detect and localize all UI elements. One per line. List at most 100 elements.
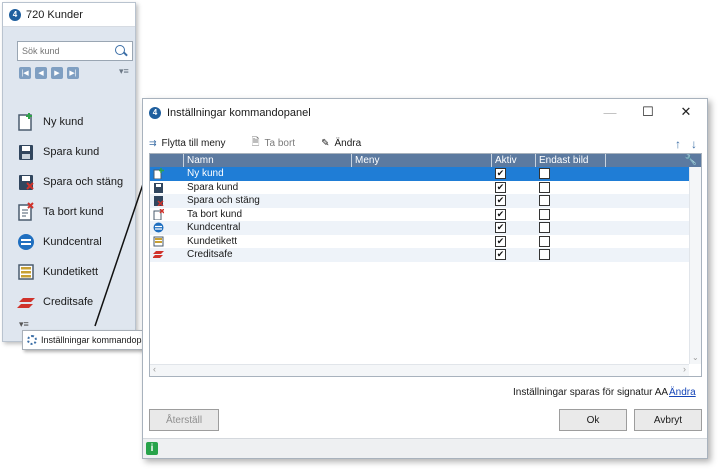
search-input[interactable]	[18, 43, 114, 59]
new-customer-icon	[17, 112, 35, 132]
col-name[interactable]: Namn	[184, 154, 352, 167]
cmd-label: Kundcentral	[43, 236, 102, 248]
col-image-only[interactable]: Endast bild	[536, 154, 606, 167]
vertical-scrollbar[interactable]: ⌄	[689, 167, 701, 364]
image-only-checkbox[interactable]	[539, 168, 550, 180]
active-checkbox[interactable]: ✔	[495, 208, 506, 220]
row-name: Kundetikett	[187, 235, 238, 247]
settings-dialog: 4 Inställningar kommandopanel — ☐ ✕ ⇉ Fl…	[142, 98, 708, 459]
edit-label: Ändra	[334, 138, 362, 149]
image-only-checkbox[interactable]	[539, 249, 550, 261]
horizontal-scrollbar[interactable]: ‹ ›	[150, 364, 689, 376]
command-list: Ny kund Spara kund Spara och stäng Ta bo…	[17, 107, 135, 317]
cmd-creditsafe[interactable]: Creditsafe	[17, 287, 135, 317]
image-only-checkbox[interactable]	[539, 222, 550, 234]
col-active[interactable]: Aktiv	[492, 154, 536, 167]
table-row[interactable]: Spara och stäng ✔	[150, 194, 701, 208]
table-row[interactable]: Ta bort kund ✔	[150, 208, 701, 222]
table-row[interactable]: Creditsafe ✔	[150, 248, 701, 262]
active-checkbox[interactable]: ✔	[495, 249, 506, 261]
next-icon[interactable]: ▶	[51, 67, 63, 79]
save-close-icon	[17, 172, 35, 192]
cmd-save-close[interactable]: Spara och stäng	[17, 167, 135, 197]
app-logo-icon: 4	[149, 106, 161, 119]
wrench-icon[interactable]: 🔧	[606, 154, 701, 167]
row-menu	[352, 208, 492, 222]
remove-label: Ta bort	[264, 138, 296, 149]
row-name: Ta bort kund	[187, 208, 243, 220]
creditsafe-icon	[153, 251, 164, 259]
customer-window-title: 720 Kunder	[26, 8, 83, 21]
row-menu	[352, 221, 492, 235]
cmd-label: Spara kund	[43, 146, 100, 158]
ok-button[interactable]: Ok	[559, 409, 627, 431]
image-only-checkbox[interactable]	[539, 195, 550, 207]
record-navigation: |◀ ◀ ▶ ▶|	[19, 67, 79, 79]
status-bar: i	[143, 438, 707, 458]
image-only-checkbox[interactable]	[539, 181, 550, 193]
menu-lines-icon[interactable]: ▾≡	[119, 66, 129, 77]
table-row[interactable]: Kundetikett ✔	[150, 235, 701, 249]
image-only-checkbox[interactable]	[539, 208, 550, 220]
gear-icon	[27, 335, 37, 345]
cancel-button[interactable]: Avbryt	[634, 409, 702, 431]
cmd-label: Spara och stäng	[43, 176, 124, 188]
col-menu[interactable]: Meny	[352, 154, 492, 167]
active-checkbox[interactable]: ✔	[495, 181, 506, 193]
cmd-save-customer[interactable]: Spara kund	[17, 137, 135, 167]
search-icon[interactable]	[114, 44, 128, 58]
close-icon[interactable]: ✕	[667, 103, 705, 121]
move-up-icon[interactable]: ↑	[675, 137, 681, 151]
save-close-icon	[154, 196, 164, 207]
cmd-label: Ta bort kund	[43, 206, 104, 218]
label-icon	[17, 262, 35, 282]
active-checkbox[interactable]: ✔	[495, 235, 506, 247]
dialog-title: Inställningar kommandopanel	[167, 106, 311, 119]
scroll-right-icon[interactable]: ›	[683, 364, 686, 374]
row-menu	[352, 194, 492, 208]
context-menu-item[interactable]: Inställningar kommandopanel	[41, 335, 159, 345]
last-icon[interactable]: ▶|	[67, 67, 79, 79]
move-to-menu-label: Flytta till meny	[161, 138, 226, 149]
image-only-checkbox[interactable]	[539, 235, 550, 247]
cmd-label: Creditsafe	[43, 296, 94, 308]
active-checkbox[interactable]: ✔	[495, 195, 506, 207]
new-customer-icon	[153, 168, 164, 180]
edit-button[interactable]: ✎ Ändra	[321, 138, 361, 149]
active-checkbox[interactable]: ✔	[495, 222, 506, 234]
row-name: Spara och stäng	[187, 195, 260, 207]
remove-button[interactable]: 🗎 Ta bort	[251, 135, 295, 152]
reset-button[interactable]: Återställ	[149, 409, 219, 431]
first-icon[interactable]: |◀	[19, 67, 31, 79]
window-controls: — ☐ ✕	[591, 103, 705, 121]
grid-header: Namn Meny Aktiv Endast bild 🔧	[150, 154, 701, 167]
cmd-label: Ny kund	[43, 116, 84, 128]
row-name: Spara kund	[187, 181, 239, 193]
commands-grid: Namn Meny Aktiv Endast bild 🔧 Ny kund ✔ …	[149, 153, 702, 377]
customer-central-icon	[17, 232, 35, 252]
cmd-customer-central[interactable]: Kundcentral	[17, 227, 135, 257]
scroll-left-icon[interactable]: ‹	[153, 364, 156, 374]
minimize-icon[interactable]: —	[591, 103, 629, 121]
panel-settings-menu-icon[interactable]: ▾≡	[19, 319, 29, 330]
delete-customer-icon	[17, 202, 35, 222]
app-logo-icon: 4	[9, 8, 21, 21]
save-icon	[17, 142, 35, 162]
table-row[interactable]: Spara kund ✔	[150, 181, 701, 195]
move-to-menu-button[interactable]: ⇉ Flytta till meny	[149, 138, 225, 149]
scroll-down-icon[interactable]: ⌄	[692, 353, 699, 362]
row-menu	[352, 248, 492, 262]
prev-icon[interactable]: ◀	[35, 67, 47, 79]
active-checkbox[interactable]: ✔	[495, 168, 506, 180]
row-name: Creditsafe	[187, 249, 233, 261]
move-down-icon[interactable]: ↓	[691, 137, 697, 151]
table-row[interactable]: Ny kund ✔	[150, 167, 701, 181]
maximize-icon[interactable]: ☐	[629, 103, 667, 121]
cmd-customer-label[interactable]: Kundetikett	[17, 257, 135, 287]
info-icon[interactable]: i	[146, 442, 158, 455]
col-icon	[150, 154, 184, 167]
cmd-delete-customer[interactable]: Ta bort kund	[17, 197, 135, 227]
change-signature-link[interactable]: Ändra	[669, 387, 696, 398]
table-row[interactable]: Kundcentral ✔	[150, 221, 701, 235]
cmd-new-customer[interactable]: Ny kund	[17, 107, 135, 137]
